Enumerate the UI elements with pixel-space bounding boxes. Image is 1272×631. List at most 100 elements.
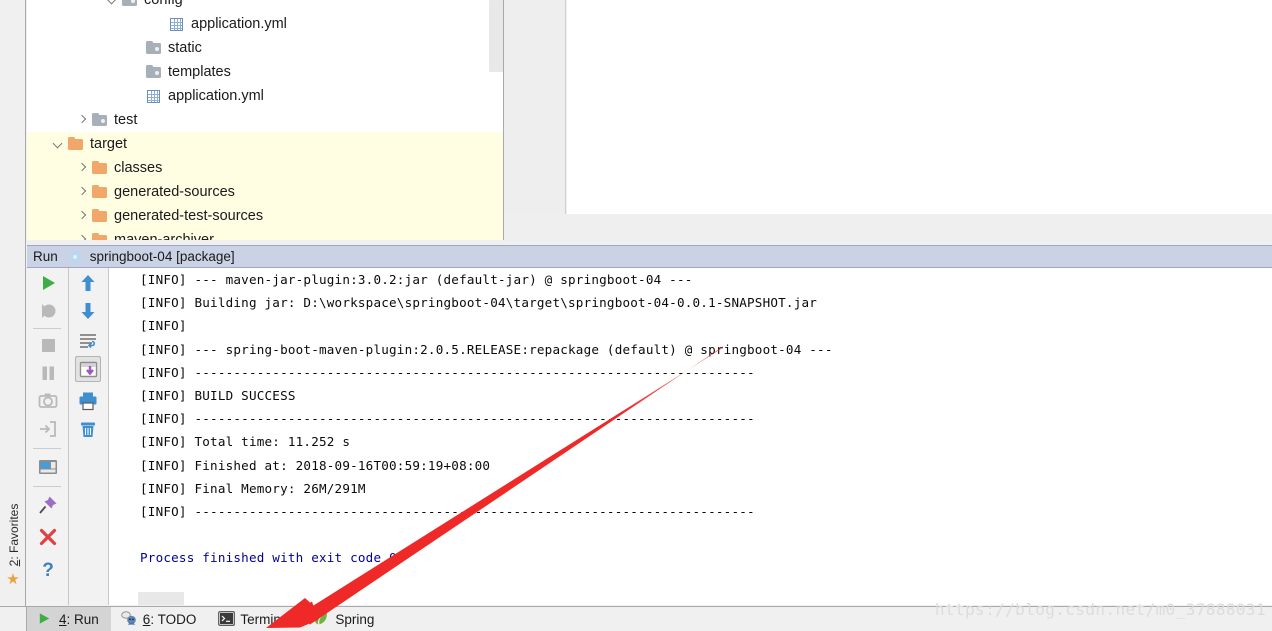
tree-item-generated-test-sources[interactable]: generated-test-sources [27, 204, 504, 228]
tree-item-maven-archiver[interactable]: maven-archiver [27, 228, 504, 240]
bottom-tab-shortcut-digit: 6 [142, 611, 151, 627]
spring-leaf-icon [313, 611, 330, 627]
stop-button[interactable] [35, 332, 61, 358]
run-toolbar-secondary [69, 268, 109, 605]
tree-item-static[interactable]: static [27, 36, 504, 60]
bottom-tab-label: 4: Run [59, 611, 99, 627]
console-output: [INFO] --- maven-jar-plugin:3.0.2:jar (d… [140, 268, 1272, 570]
chevron-right-icon[interactable] [75, 108, 91, 132]
layout-icon[interactable] [35, 454, 61, 480]
tree-item-test[interactable]: test [27, 108, 504, 132]
bottom-tab-spring[interactable]: Spring [303, 607, 386, 631]
console-line: [INFO] BUILD SUCCESS [140, 388, 296, 404]
favorites-tool-button[interactable]: 2: Favorites [7, 493, 21, 577]
console-line: [INFO] --- maven-jar-plugin:3.0.2:jar (d… [140, 272, 693, 287]
bottom-tab-label: 6: TODO [142, 611, 197, 627]
chevron-right-icon[interactable] [75, 180, 91, 204]
help-question-icon[interactable]: ? [35, 556, 61, 582]
tree-item-label: target [90, 136, 128, 152]
tree-item-label: static [168, 40, 202, 56]
folder-gray-icon [145, 64, 163, 80]
run-tool-window-body: ? [INFO] --- maven-jar-plugin:3.0.2:jar … [27, 268, 1272, 605]
watermark-text: https://blog.csdn.net/m0_37888031 [934, 600, 1266, 619]
tree-item-label: generated-sources [114, 184, 235, 200]
pin-icon[interactable] [35, 492, 61, 518]
tree-item-application-yml[interactable]: application.yml [27, 12, 504, 36]
tree-item-config[interactable]: config [27, 0, 504, 12]
rerun-button[interactable] [35, 270, 61, 296]
console-line: [INFO] Total time: 11.252 s [140, 434, 351, 450]
console-line: [INFO] ---------------------------------… [140, 504, 755, 520]
tree-item-classes[interactable]: classes [27, 156, 504, 180]
editor-canvas[interactable] [567, 0, 1272, 214]
run-toolbar-primary: ? [27, 268, 69, 605]
run-console[interactable]: [INFO] --- maven-jar-plugin:3.0.2:jar (d… [110, 268, 1272, 605]
tree-item-label: generated-test-sources [114, 208, 264, 224]
yml-file-icon [168, 16, 186, 32]
chevron-right-icon[interactable] [75, 228, 91, 240]
soft-wrap-icon[interactable] [75, 328, 101, 354]
rerun-failed-tests-button[interactable] [35, 298, 61, 324]
run-tool-window-header: Run springboot-04 [package] [27, 245, 1272, 268]
yml-file-icon [145, 88, 163, 104]
console-horizontal-scrollbar[interactable] [138, 592, 184, 605]
camera-icon[interactable] [35, 388, 61, 414]
favorites-shortcut-digit: 2 [7, 559, 21, 567]
bottom-tab-label: Terminal [240, 611, 292, 627]
chevron-right-icon[interactable] [75, 204, 91, 228]
folder-gray-icon [145, 40, 163, 56]
close-x-icon[interactable] [35, 524, 61, 550]
tree-item-label: maven-archiver [114, 232, 214, 240]
folder-orange-icon [91, 232, 109, 240]
tree-bottom-gap [27, 240, 504, 243]
tree-item-generated-sources[interactable]: generated-sources [27, 180, 504, 204]
arrow-down-icon[interactable] [75, 298, 101, 324]
printer-icon[interactable] [75, 388, 101, 414]
trash-icon[interactable] [75, 416, 101, 442]
run-configuration-name[interactable]: springboot-04 [package] [90, 249, 235, 264]
tree-item-templates[interactable]: templates [27, 60, 504, 84]
tree-item-label: application.yml [191, 16, 287, 32]
folder-orange-icon [91, 160, 109, 176]
star-icon: ★ [6, 571, 20, 588]
project-tree-panel[interactable]: config application.yml static templates appl… [27, 0, 504, 240]
bottom-tab-shortcut-digit: 4 [59, 611, 67, 627]
console-line: [INFO] [140, 318, 187, 334]
chevron-right-icon[interactable] [75, 156, 91, 180]
console-line: [INFO] Final Memory: 26M/291M [140, 480, 366, 496]
chevron-down-icon[interactable] [51, 132, 67, 156]
tree-item-label: application.yml [168, 88, 264, 104]
export-arrow-icon[interactable] [35, 416, 61, 442]
tree-item-target[interactable]: target [27, 132, 504, 156]
folder-gray-icon [121, 0, 139, 8]
gear-icon[interactable] [67, 249, 83, 265]
console-line: [INFO] ---------------------------------… [140, 411, 755, 427]
left-tool-window-strip: 2: Favorites ★ [0, 0, 26, 606]
tree-item-application-yml[interactable]: application.yml [27, 84, 504, 108]
project-tree-vertical-scrollbar[interactable] [489, 0, 503, 72]
todo-icon [121, 611, 138, 627]
scroll-to-end-icon[interactable] [75, 356, 101, 382]
bottom-tab-run[interactable]: 4: Run [27, 607, 111, 631]
tree-item-label: templates [168, 64, 231, 80]
chevron-down-icon[interactable] [105, 0, 121, 12]
editor-bottom-strip [504, 214, 1272, 242]
tree-item-label: test [114, 112, 138, 128]
editor-gutter [504, 0, 566, 214]
run-tool-window-label: Run [33, 249, 58, 264]
bottom-tab-terminal[interactable]: Terminal [208, 607, 303, 631]
tree-item-label: config [144, 0, 183, 8]
pause-output-button[interactable] [35, 360, 61, 386]
svg-text:?: ? [42, 560, 54, 581]
arrow-up-icon[interactable] [75, 270, 101, 296]
console-line: [INFO] Building jar: D:\workspace\spring… [140, 295, 818, 311]
console-line: Process finished with exit code 0 [140, 550, 397, 566]
folder-orange-icon [91, 184, 109, 200]
ide-window: 2: Favorites ★ config application.yml stat… [0, 0, 1272, 631]
bottom-tab-todo[interactable]: 6: TODO [111, 607, 209, 631]
folder-orange-icon [91, 208, 109, 224]
